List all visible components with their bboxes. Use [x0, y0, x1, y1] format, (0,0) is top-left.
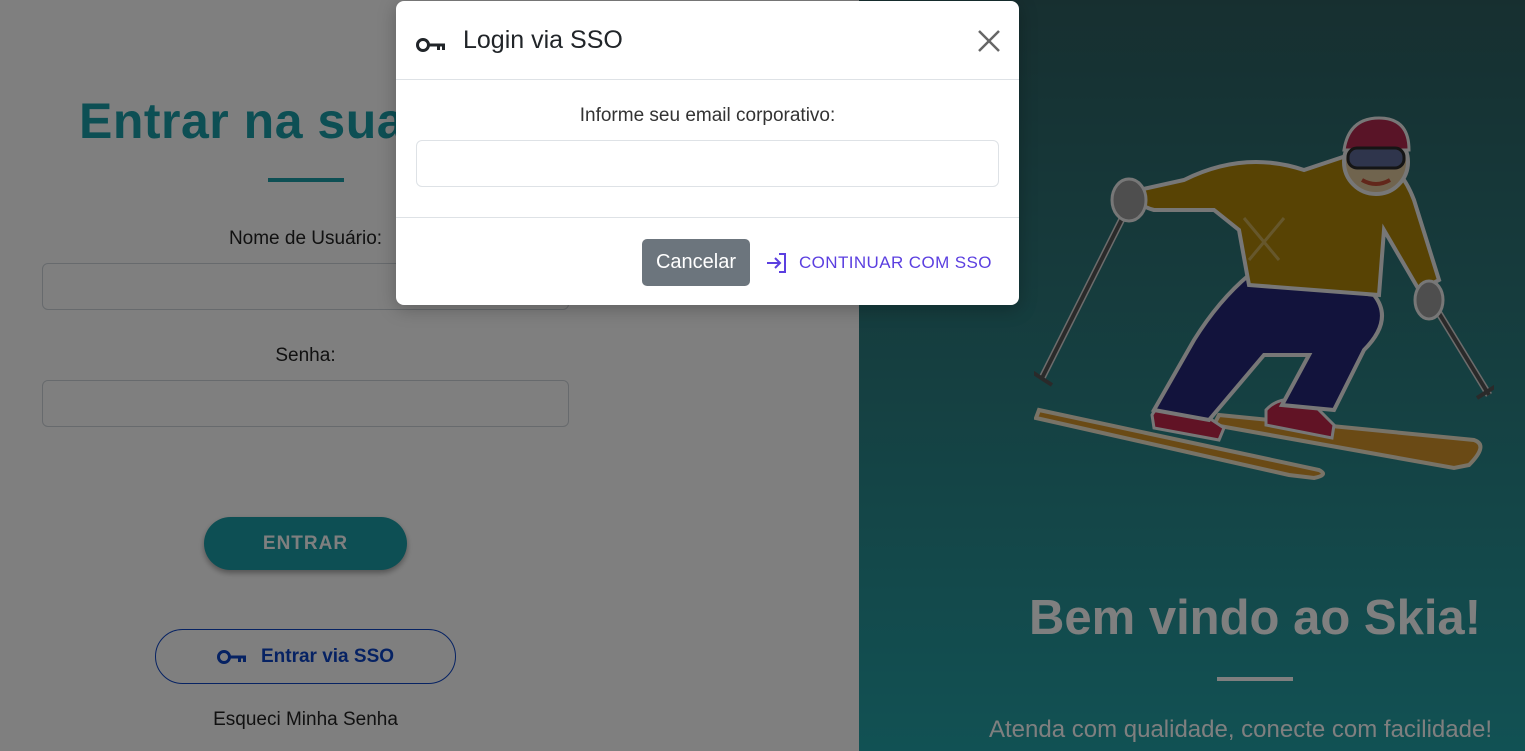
modal-footer: Cancelar CONTINUAR COM SSO — [396, 217, 1019, 305]
continue-sso-button[interactable]: CONTINUAR COM SSO — [765, 239, 992, 286]
key-icon — [416, 38, 445, 52]
close-icon — [978, 30, 1000, 52]
continue-sso-label: CONTINUAR COM SSO — [799, 252, 992, 272]
email-label: Informe seu email corporativo: — [579, 105, 836, 126]
modal-close-button[interactable] — [974, 26, 1004, 56]
sign-in-icon — [767, 252, 786, 273]
cancel-button[interactable]: Cancelar — [642, 239, 750, 286]
email-input[interactable] — [416, 140, 999, 187]
modal-title: Login via SSO — [463, 26, 623, 54]
modal-header: Login via SSO — [396, 1, 1019, 80]
sso-modal: Login via SSO Informe seu email corporat… — [396, 1, 1019, 305]
